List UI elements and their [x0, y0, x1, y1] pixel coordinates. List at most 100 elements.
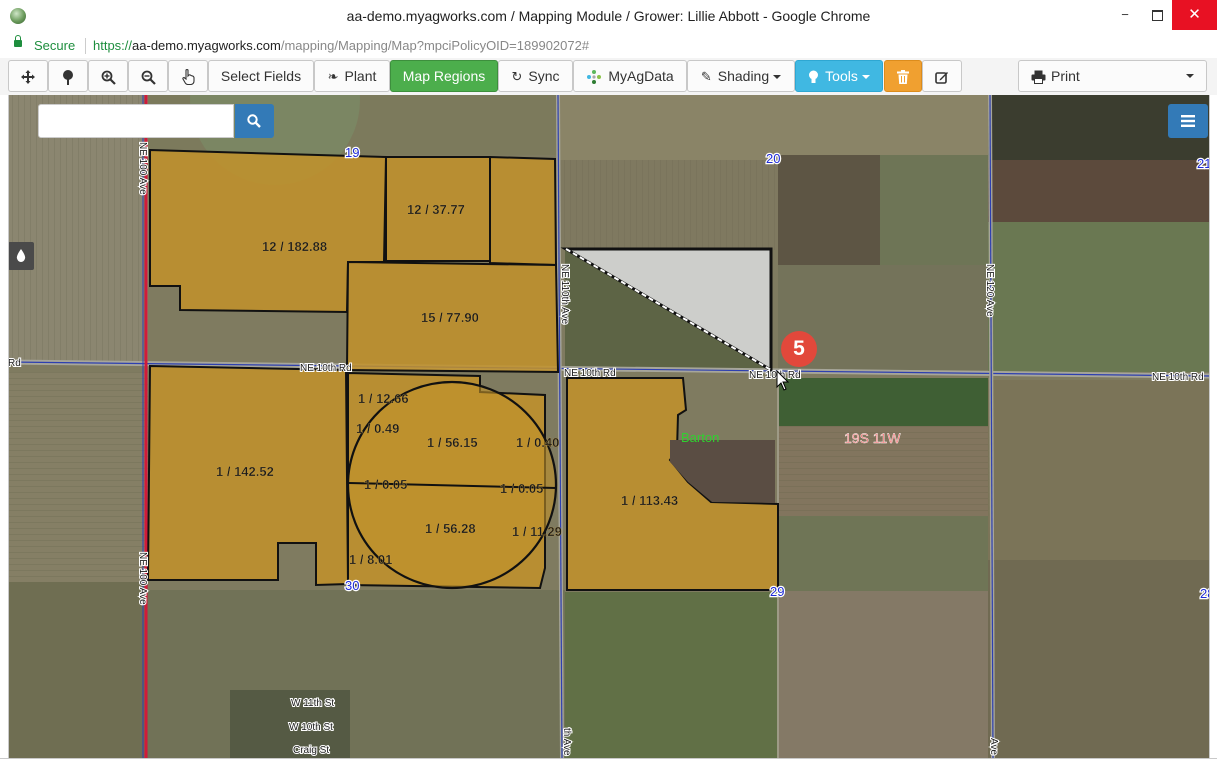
terrain-patch — [778, 516, 988, 591]
terrain-patch — [778, 591, 988, 758]
satellite-map[interactable]: 12 / 37.77 12 / 182.88 15 / 77.90 1 / 12… — [8, 95, 1209, 758]
zoom-in-icon — [101, 70, 116, 85]
map-search-button[interactable] — [235, 104, 274, 138]
plant-button[interactable]: ❧ Plant — [314, 60, 390, 92]
map-canvas[interactable]: 12 / 37.77 12 / 182.88 15 / 77.90 1 / 12… — [8, 95, 1209, 758]
lightbulb-icon — [809, 70, 819, 84]
tools-dropdown[interactable]: Tools — [795, 60, 883, 92]
terrain-patch — [778, 155, 880, 265]
printer-icon — [1031, 70, 1046, 85]
edit-button[interactable] — [922, 60, 962, 92]
url-text[interactable]: https://aa-demo.myagworks.com/mapping/Ma… — [93, 38, 589, 53]
field-label: 1 / 0.49 — [356, 421, 399, 436]
field-label: 1 / 113.43 — [621, 493, 678, 508]
myagdata-logo-icon — [587, 70, 602, 85]
zoom-in-button[interactable] — [88, 60, 128, 92]
terrain-patch — [558, 160, 778, 250]
terrain-patch — [778, 378, 988, 426]
myagdata-button[interactable]: MyAgData — [573, 60, 687, 92]
edit-square-icon — [935, 72, 948, 85]
terrain-patch — [565, 592, 778, 758]
minimize-button[interactable]: − — [1108, 0, 1142, 30]
tools-label: Tools — [825, 68, 858, 84]
section-number: 28 — [1200, 586, 1209, 601]
field-label: 1 / 0.05 — [364, 477, 407, 492]
section-number: 29 — [770, 584, 784, 599]
shading-dropdown[interactable]: ✎ Shading — [687, 60, 795, 92]
chevron-down-icon — [773, 75, 782, 80]
tree-icon — [63, 69, 73, 85]
zoom-out-icon — [141, 70, 156, 85]
road-label: NE 110th Ave — [559, 264, 570, 325]
field-label: 15 / 77.90 — [421, 310, 479, 325]
road-label: W 10th St — [289, 722, 333, 733]
mapping-toolbar: Select Fields ❧ Plant Map Regions ↻ Sync M… — [0, 58, 1217, 96]
window-frame-right — [1209, 95, 1217, 758]
field-label: 1 / 0.05 — [500, 481, 543, 496]
field-label: 1 / 12.66 — [358, 391, 409, 406]
field-label: 12 / 37.77 — [407, 202, 465, 217]
zoom-out-button[interactable] — [128, 60, 168, 92]
road-label: Craig St — [293, 745, 329, 756]
terrain-patch — [148, 590, 565, 758]
maximize-button[interactable] — [1140, 0, 1174, 30]
road-label: NE 10th Rd — [1152, 372, 1204, 383]
township-label: 19S 11W — [844, 430, 901, 446]
hand-pointer-icon — [181, 69, 195, 86]
window-frame-left — [0, 95, 9, 758]
road-label: W 11th St — [291, 698, 334, 709]
section-number: 21 — [1197, 156, 1209, 171]
water-layer-button[interactable] — [8, 242, 34, 270]
terrain-patch — [8, 372, 148, 582]
delete-button[interactable] — [884, 60, 922, 92]
terrain-patch — [988, 380, 1209, 560]
terrain-patch — [880, 155, 990, 265]
terrain-patch — [988, 160, 1209, 222]
print-dropdown[interactable]: Print — [1018, 60, 1207, 92]
terrain-patch — [988, 222, 1209, 372]
chevron-down-icon — [861, 75, 870, 80]
field-12-east[interactable] — [489, 155, 558, 267]
secure-label[interactable]: Secure — [34, 38, 75, 53]
road-label: th Ave — [561, 728, 572, 756]
sync-button[interactable]: ↻ Sync — [498, 60, 573, 92]
road-label: Rd — [8, 358, 21, 369]
pencil-icon: ✎ — [700, 69, 712, 84]
road-label: NE 10th Rd — [300, 363, 352, 374]
window-title: aa-demo.myagworks.com / Mapping Module /… — [346, 8, 871, 24]
field-label: 12 / 182.88 — [262, 239, 327, 254]
road-label: NE 10th Rd — [564, 368, 616, 379]
trash-icon — [897, 70, 909, 85]
road-label: NE 120 Ave — [984, 264, 995, 317]
terrain-patch — [988, 560, 1209, 758]
select-fields-button[interactable]: Select Fields — [208, 60, 314, 92]
search-icon — [247, 114, 261, 128]
plant-tree-button[interactable] — [48, 60, 88, 92]
map-regions-button[interactable]: Map Regions — [390, 60, 498, 92]
field-label: 1 / 11.29 — [512, 524, 562, 539]
layers-menu-button[interactable] — [1168, 104, 1208, 138]
field-label: 1 / 8.01 — [349, 552, 392, 567]
url-path: /mapping/Mapping/Map?mpciPolicyOID=18990… — [280, 38, 590, 53]
water-drop-icon — [16, 249, 26, 262]
pan-button[interactable] — [8, 60, 48, 92]
map-search-input[interactable] — [38, 104, 234, 138]
road-label: NE 10th Rd — [749, 370, 801, 381]
address-bar[interactable]: Secure https://aa-demo.myagworks.com/map… — [0, 34, 1217, 59]
county-label: Barton — [681, 430, 719, 445]
maximize-icon — [1151, 10, 1163, 22]
mouse-cursor-icon — [776, 370, 790, 391]
window-title-bar: aa-demo.myagworks.com / Mapping Module /… — [0, 0, 1217, 35]
road-label: Ave — [988, 738, 999, 755]
leaf-icon: ❧ — [327, 69, 339, 84]
crosshair-move-icon — [21, 70, 35, 85]
url-scheme: https:// — [93, 38, 133, 53]
hand-select-button[interactable] — [168, 60, 208, 92]
field-label: 1 / 0.40 — [516, 435, 559, 450]
section-number: 19 — [345, 145, 359, 160]
refresh-icon: ↻ — [511, 69, 523, 84]
road-label: NE 100 Ave — [137, 552, 148, 605]
close-button[interactable]: ✕ — [1172, 0, 1217, 30]
field-label: 1 / 56.28 — [425, 521, 476, 536]
window-frame-bottom — [0, 758, 1217, 771]
